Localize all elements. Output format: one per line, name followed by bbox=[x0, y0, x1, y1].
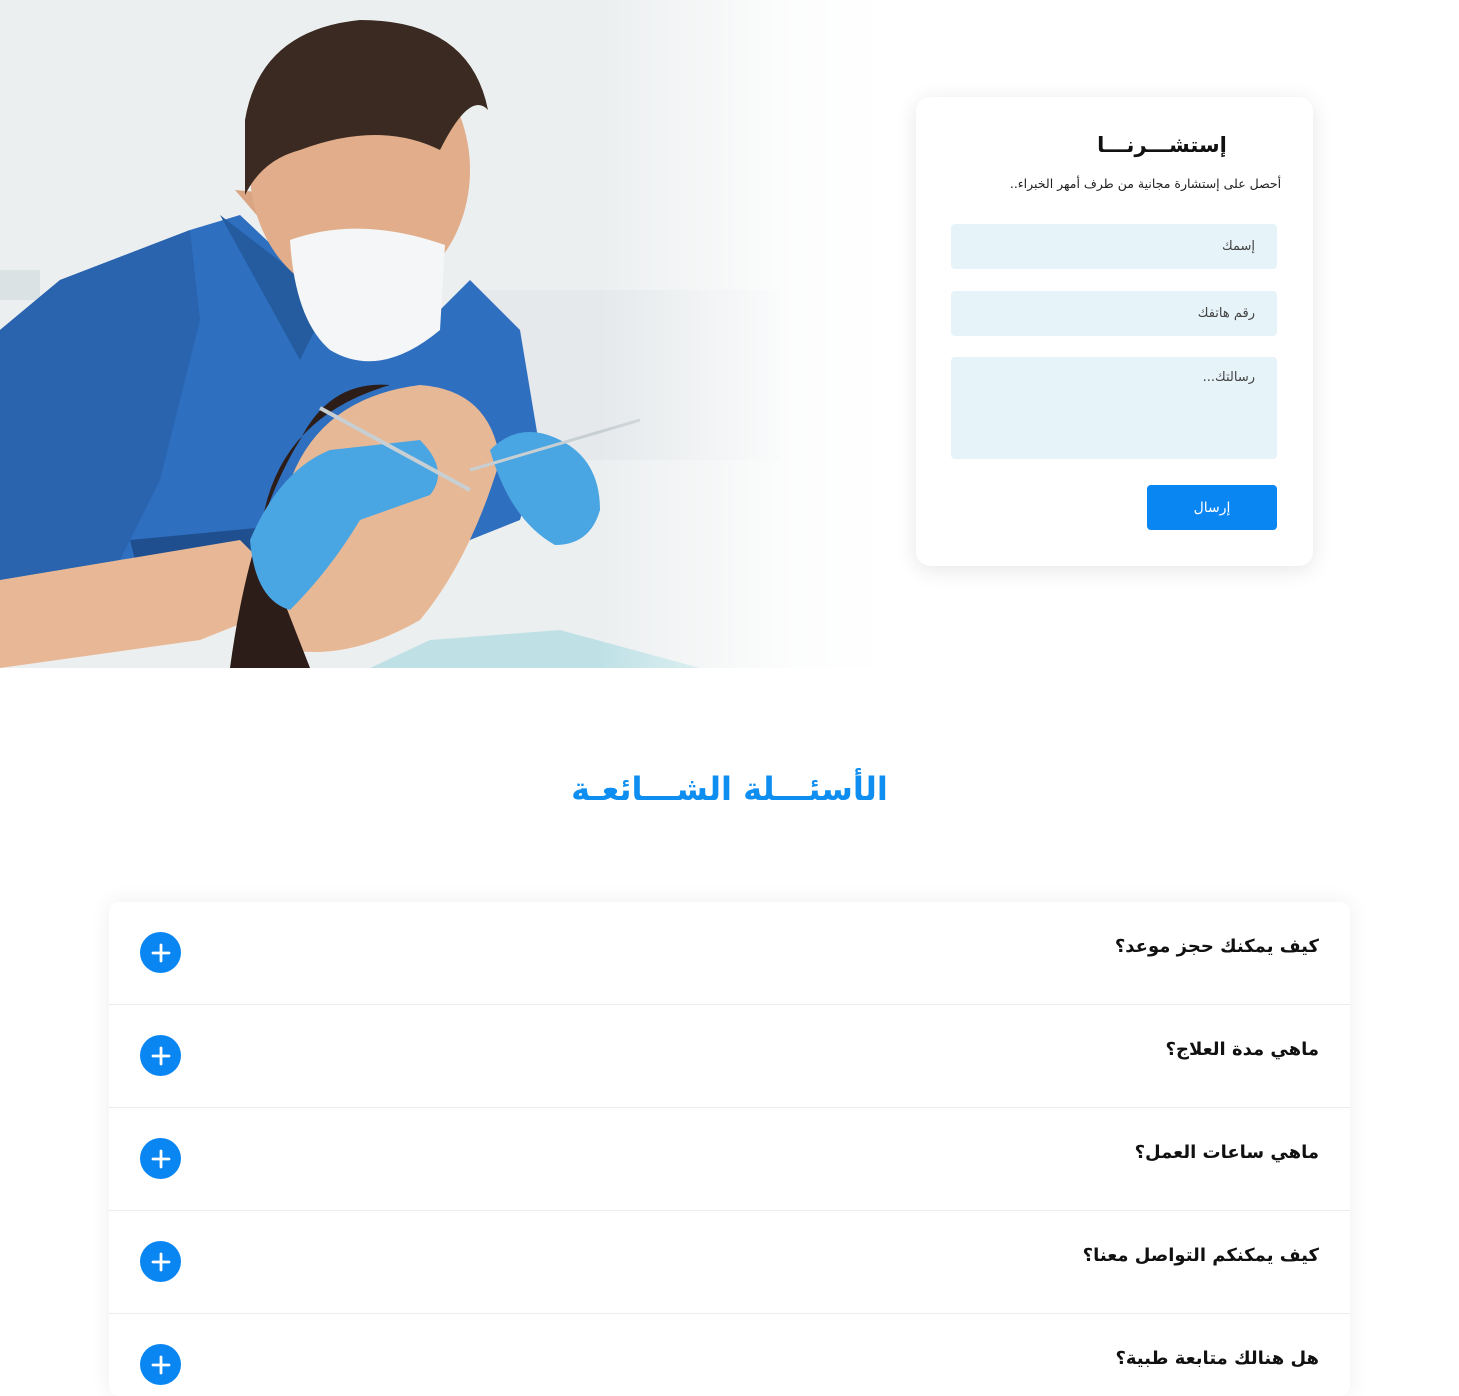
consultation-form-card: إستشـــرنـــا أحصل على إستشارة مجانية من… bbox=[916, 97, 1313, 566]
faq-item[interactable]: هل هنالك متابعة طبية؟ bbox=[109, 1314, 1350, 1396]
faq-list: كيف يمكنك حجز موعد؟ ماهي مدة العلاج؟ ماه… bbox=[109, 902, 1350, 1396]
faq-question: ماهي ساعات العمل؟ bbox=[1134, 1142, 1319, 1163]
faq-item[interactable]: كيف يمكنكم التواصل معنا؟ bbox=[109, 1211, 1350, 1314]
plus-icon[interactable] bbox=[140, 1035, 181, 1076]
faq-question: ماهي مدة العلاج؟ bbox=[1165, 1039, 1319, 1060]
form-subtitle: أحصل على إستشارة مجانية من طرف أمهر الخب… bbox=[1009, 176, 1282, 191]
plus-icon[interactable] bbox=[140, 932, 181, 973]
hero-section: إستشـــرنـــا أحصل على إستشارة مجانية من… bbox=[0, 0, 1459, 668]
faq-item[interactable]: ماهي ساعات العمل؟ bbox=[109, 1108, 1350, 1211]
faq-title: الأسئـــلة الشـــائعـة bbox=[571, 770, 888, 808]
faq-question: هل هنالك متابعة طبية؟ bbox=[1115, 1348, 1319, 1369]
plus-icon[interactable] bbox=[140, 1344, 181, 1385]
faq-question: كيف يمكنكم التواصل معنا؟ bbox=[1082, 1245, 1319, 1266]
plus-icon[interactable] bbox=[140, 1241, 181, 1282]
form-title: إستشـــرنـــا bbox=[1097, 133, 1227, 157]
phone-input[interactable] bbox=[951, 291, 1277, 336]
faq-question: كيف يمكنك حجز موعد؟ bbox=[1114, 936, 1319, 957]
message-textarea[interactable] bbox=[951, 357, 1277, 459]
plus-icon[interactable] bbox=[140, 1138, 181, 1179]
name-input[interactable] bbox=[951, 224, 1277, 269]
hero-image-fade bbox=[600, 0, 880, 668]
submit-button[interactable]: إرسال bbox=[1147, 485, 1277, 530]
faq-item[interactable]: ماهي مدة العلاج؟ bbox=[109, 1005, 1350, 1108]
hero-dentist-image bbox=[0, 0, 880, 668]
faq-item[interactable]: كيف يمكنك حجز موعد؟ bbox=[109, 902, 1350, 1005]
